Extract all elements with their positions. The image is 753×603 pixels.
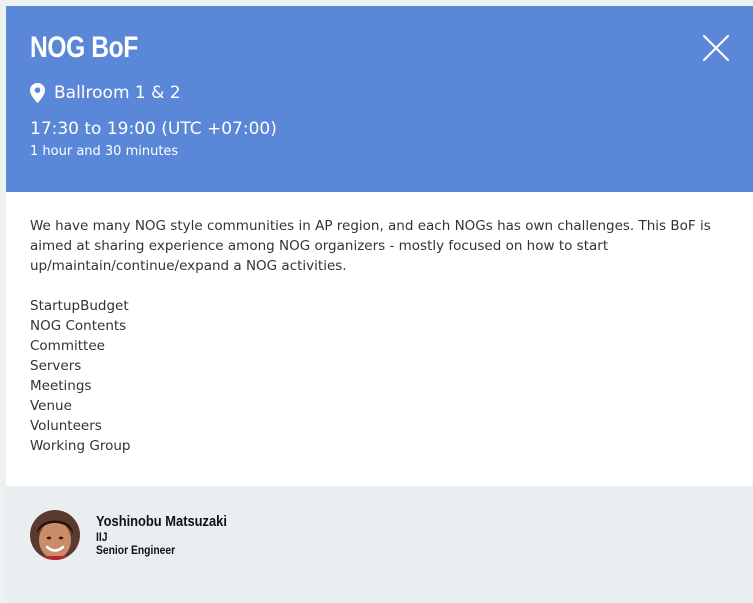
map-pin-icon [30, 83, 45, 103]
speaker-info: Yoshinobu Matsuzaki IIJ Senior Engineer [96, 510, 227, 557]
topic-list: StartupBudget NOG Contents Committee Ser… [30, 296, 730, 456]
topic-item: Meetings [30, 378, 92, 394]
session-location: Ballroom 1 & 2 [30, 80, 181, 106]
topic-item: Volunteers [30, 418, 102, 434]
session-body: We have many NOG style communities in AP… [30, 216, 730, 456]
avatar-image [30, 510, 80, 560]
session-header: NOG BoF Ballroom 1 & 2 17:30 to 19:00 (U… [6, 6, 753, 192]
speaker-avatar[interactable] [30, 510, 80, 560]
session-time: 17:30 to 19:00 (UTC +07:00) [30, 119, 277, 139]
speaker-role: Senior Engineer [96, 543, 176, 557]
speaker-name[interactable]: Yoshinobu Matsuzaki [96, 512, 227, 531]
topic-item: StartupBudget [30, 298, 129, 314]
topic-item: Servers [30, 358, 82, 374]
topic-item: Committee [30, 338, 105, 354]
speaker-card[interactable]: Yoshinobu Matsuzaki IIJ Senior Engineer [30, 510, 248, 560]
session-title: NOG BoF [30, 31, 138, 64]
topic-item: Working Group [30, 438, 131, 454]
close-icon[interactable] [700, 32, 732, 64]
close-button[interactable] [700, 32, 732, 64]
session-duration: 1 hour and 30 minutes [30, 144, 179, 159]
topic-item: NOG Contents [30, 318, 127, 334]
speakers-section: Yoshinobu Matsuzaki IIJ Senior Engineer [6, 486, 753, 603]
session-description: We have many NOG style communities in AP… [30, 218, 711, 274]
session-modal: NOG BoF Ballroom 1 & 2 17:30 to 19:00 (U… [6, 6, 753, 603]
topic-item: Venue [30, 398, 72, 414]
location-label: Ballroom 1 & 2 [54, 83, 181, 103]
